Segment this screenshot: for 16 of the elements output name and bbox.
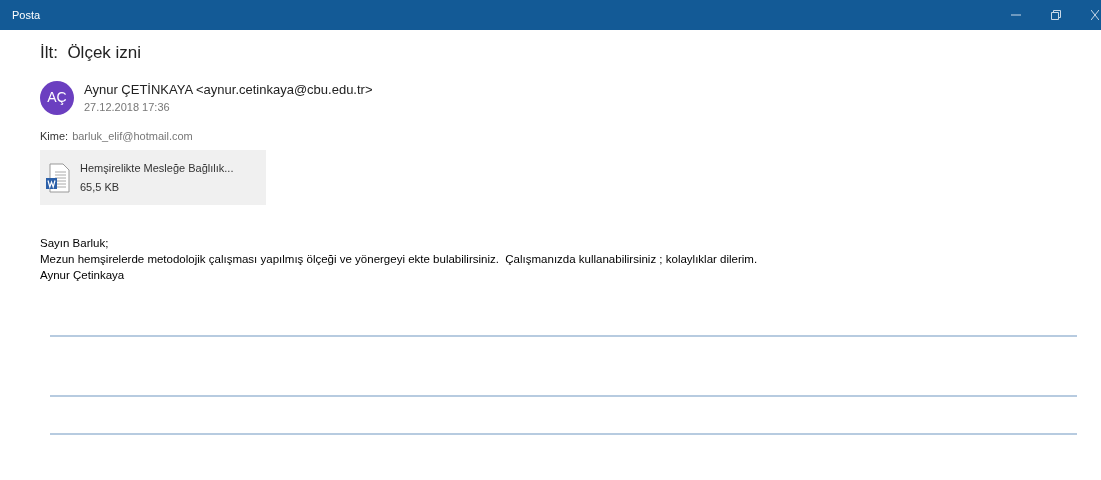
recipient-label: Kime: <box>40 128 69 144</box>
message-line: Mezun hemşirelerde metodolojik çalışması yapılmış ölçeği ve yönergeyi ekte bulabilirsiniz. Çalışmanızda kullanabilirsiniz ; kolaylıklar dilerim. <box>40 252 759 267</box>
close-icon[interactable] <box>1091 9 1099 21</box>
avatar: AÇ <box>40 80 74 115</box>
restore-icon[interactable] <box>1051 10 1061 20</box>
message-line: Aynur Çetinkaya <box>40 268 126 283</box>
attachment-card[interactable]: Hemşirelikte Mesleğe Bağlılık... 65,5 KB <box>40 150 266 205</box>
recipient-address: barluk_elif@hotmail.com <box>72 128 193 144</box>
attachment-name: Hemşirelikte Mesleğe Bağlılık... <box>80 161 234 176</box>
email-subject: İlt: Ölçek izni <box>40 42 143 64</box>
window-title: Posta <box>12 7 41 23</box>
message-line: Sayın Barluk; <box>40 236 110 251</box>
attachment-size: 65,5 KB <box>80 179 121 195</box>
sent-date: 27.12.2018 17:36 <box>84 100 171 115</box>
sender-name: Aynur ÇETİNKAYA <aynur.cetinkaya@cbu.edu.tr> <box>84 80 373 99</box>
word-document-icon <box>46 162 70 193</box>
